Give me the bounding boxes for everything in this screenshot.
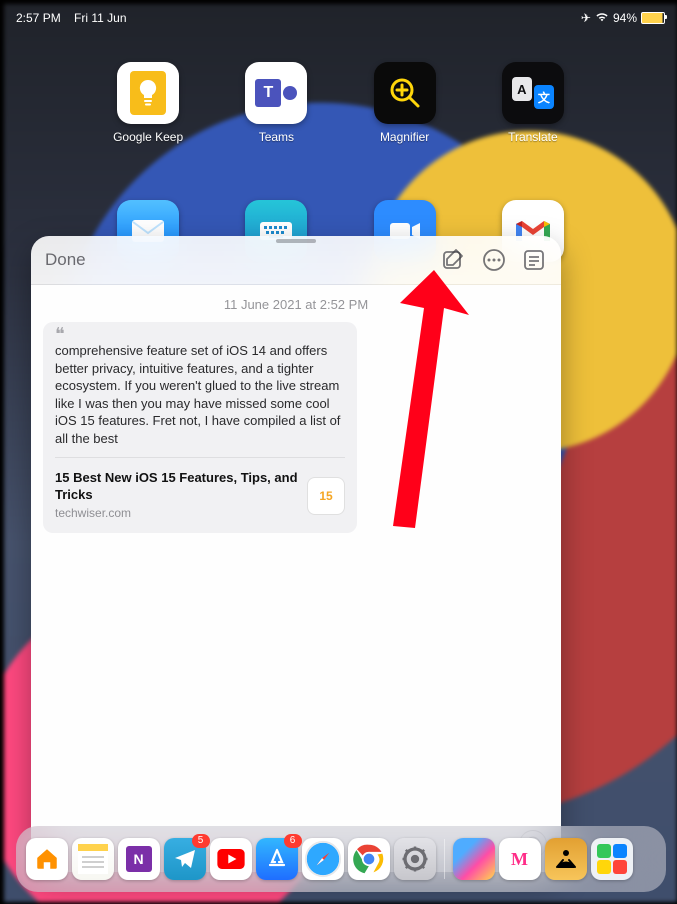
- status-date: Fri 11 Jun: [74, 11, 126, 25]
- more-icon[interactable]: [481, 247, 507, 273]
- link-domain: techwiser.com: [55, 505, 299, 521]
- app-google-keep[interactable]: Google Keep: [84, 62, 212, 144]
- compose-icon[interactable]: [441, 247, 467, 273]
- status-bar: 2:57 PM Fri 11 Jun ✈︎ 94%: [4, 4, 677, 30]
- app-magnifier[interactable]: Magnifier: [341, 62, 469, 144]
- magnifier-icon: [386, 74, 424, 112]
- dock-app-onenote[interactable]: N: [118, 838, 160, 880]
- airplane-icon: ✈︎: [581, 11, 591, 25]
- battery-icon: [641, 12, 665, 24]
- dock-app-chrome[interactable]: [348, 838, 390, 880]
- status-left: 2:57 PM Fri 11 Jun: [16, 11, 127, 25]
- app-teams[interactable]: T Teams: [212, 62, 340, 144]
- quick-note-panel[interactable]: Done 11 June 2021 at 2:52 PM ❝ comprehen…: [31, 236, 561, 872]
- dock: N 5 6: [16, 826, 666, 892]
- dock-app-telegram[interactable]: 5: [164, 838, 206, 880]
- quick-note-header: Done: [31, 236, 561, 285]
- battery-percent: 94%: [613, 11, 637, 25]
- translate-icon: A 文: [512, 77, 554, 109]
- quote-text: comprehensive feature set of iOS 14 and …: [55, 342, 345, 447]
- dock-app-safari[interactable]: [302, 838, 344, 880]
- badge: 5: [192, 834, 210, 848]
- notes-list-icon[interactable]: [521, 247, 547, 273]
- dock-separator: [444, 839, 445, 879]
- app-label: Teams: [259, 130, 294, 144]
- dock-app-appstore[interactable]: 6: [256, 838, 298, 880]
- dock-recent-m[interactable]: M: [499, 838, 541, 880]
- sheet-grabber[interactable]: [276, 239, 316, 243]
- app-label: Magnifier: [380, 130, 429, 144]
- app-label: Translate: [508, 130, 558, 144]
- link-title: 15 Best New iOS 15 Features, Tips, and T…: [55, 470, 299, 503]
- link-preview[interactable]: 15 Best New iOS 15 Features, Tips, and T…: [55, 457, 345, 533]
- dock-app-notes[interactable]: [72, 838, 114, 880]
- teams-icon: T: [255, 79, 297, 107]
- dock-recent-photos[interactable]: [453, 838, 495, 880]
- app-translate[interactable]: A 文 Translate: [469, 62, 597, 144]
- status-right: ✈︎ 94%: [581, 11, 665, 25]
- keep-icon: [130, 71, 166, 115]
- quote-card[interactable]: ❝ comprehensive feature set of iOS 14 an…: [43, 322, 357, 533]
- badge: 6: [284, 834, 302, 848]
- dock-app-youtube[interactable]: [210, 838, 252, 880]
- status-clock: 2:57 PM: [16, 11, 61, 25]
- quick-note-body[interactable]: 11 June 2021 at 2:52 PM ❝ comprehensive …: [31, 285, 561, 872]
- done-button[interactable]: Done: [45, 250, 86, 270]
- note-timestamp: 11 June 2021 at 2:52 PM: [43, 297, 549, 312]
- link-thumbnail: 15: [307, 477, 345, 515]
- dock-recent-meditate[interactable]: [545, 838, 587, 880]
- dock-recent-apps[interactable]: [591, 838, 633, 880]
- dock-app-home[interactable]: [26, 838, 68, 880]
- app-label: Google Keep: [113, 130, 183, 144]
- wifi-icon: [595, 11, 609, 25]
- dock-app-settings[interactable]: [394, 838, 436, 880]
